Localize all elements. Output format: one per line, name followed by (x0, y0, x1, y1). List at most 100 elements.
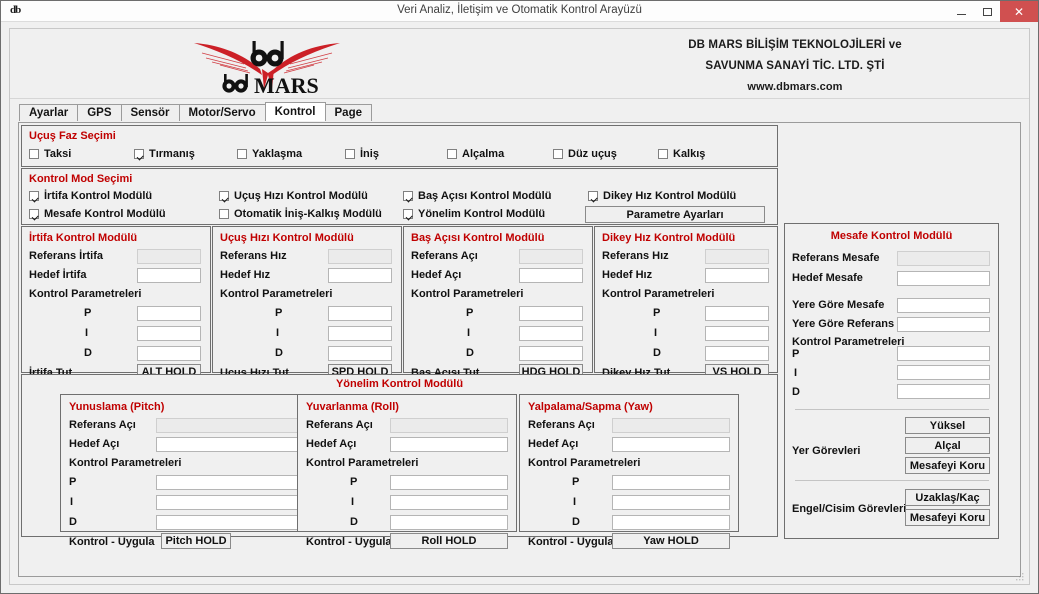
i-input[interactable] (612, 495, 730, 510)
p-input[interactable] (328, 306, 392, 321)
yere-gore-referans-input[interactable] (897, 317, 990, 332)
branding-header: MARS DB MARS BİLİŞİM TEKNOLOJİLERİ ve SA… (10, 29, 1029, 99)
uzaklas-kac-button[interactable]: Uzaklaş/Kaç (905, 489, 990, 506)
company-line-1: DB MARS BİLİŞİM TEKNOLOJİLERİ ve (688, 39, 902, 51)
hedef-input[interactable] (328, 268, 392, 283)
d-label: D (275, 347, 283, 359)
mesafe-title: Mesafe Kontrol Modülü (830, 230, 953, 242)
checkbox-inis[interactable]: İniş (345, 148, 379, 160)
divider (795, 409, 989, 410)
minimize-button[interactable] (948, 1, 974, 22)
p-input[interactable] (137, 306, 201, 321)
i-input[interactable] (328, 326, 392, 341)
yer-gorevleri-label: Yer Görevleri (792, 445, 861, 457)
resize-grip-icon[interactable] (1015, 572, 1025, 582)
parametre-ayarlari-button[interactable]: Parametre Ayarları (585, 206, 765, 223)
i-label: I (794, 367, 798, 379)
p-input[interactable] (519, 306, 583, 321)
checkbox-yonelim-modul[interactable]: Yönelim Kontrol Modülü (403, 208, 545, 220)
irtifa-module-panel: İrtifa Kontrol Modülü Referans İrtifa He… (21, 226, 211, 380)
checkbox-bas-acisi-modul[interactable]: Baş Açısı Kontrol Modülü (403, 190, 551, 202)
checkbox-label: Uçuş Hızı Kontrol Modülü (234, 190, 368, 202)
yere-gore-mesafe-input[interactable] (897, 298, 990, 313)
apply-label: Kontrol - Uygula (528, 536, 614, 548)
yere-gore-mesafe-label: Yere Göre Mesafe (792, 299, 885, 311)
p-label: P (69, 476, 77, 488)
svg-text:MARS: MARS (254, 73, 319, 97)
hedef-label: Hedef Açı (306, 438, 357, 450)
yuksel-button[interactable]: Yüksel (905, 417, 990, 434)
checkbox-irtifa-modul[interactable]: İrtifa Kontrol Modülü (29, 190, 152, 202)
i-input[interactable] (390, 495, 508, 510)
referans-label: Referans Açı (306, 419, 373, 431)
i-input[interactable] (705, 326, 769, 341)
d-input[interactable] (705, 346, 769, 361)
hedef-input[interactable] (612, 437, 730, 452)
tab-gps[interactable]: GPS (77, 104, 122, 121)
p-label: P (350, 476, 358, 488)
checkbox-mesafe-modul[interactable]: Mesafe Kontrol Modülü (29, 208, 166, 220)
pitch-panel: Yunuslama (Pitch) Referans Açı Hedef Açı… (60, 394, 310, 549)
close-button[interactable]: ✕ (1000, 1, 1038, 22)
checkbox-tirmanis[interactable]: Tırmanış (134, 148, 195, 160)
i-input[interactable] (156, 495, 301, 510)
engel-gorevleri-label: Engel/Cisim Görevleri (792, 503, 907, 515)
checkbox-otomatik-modul[interactable]: Otomatik İniş-Kalkış Modülü (219, 208, 382, 220)
hedef-input[interactable] (519, 268, 583, 283)
p-input[interactable] (705, 306, 769, 321)
d-input[interactable] (137, 346, 201, 361)
tab-motor-servo[interactable]: Motor/Servo (178, 104, 266, 121)
d-input[interactable] (328, 346, 392, 361)
p-label: P (572, 476, 580, 488)
tab-sensor[interactable]: Sensör (120, 104, 180, 121)
control-mode-panel: Kontrol Mod Seçimi İrtifa Kontrol Modülü… (21, 168, 778, 225)
hedef-label: Hedef Açı (69, 438, 120, 450)
checkbox-box (447, 149, 457, 159)
roll-hold-button[interactable]: Roll HOLD (390, 533, 508, 549)
hedef-input[interactable] (390, 437, 508, 452)
d-input[interactable] (390, 515, 508, 530)
i-input[interactable] (137, 326, 201, 341)
referans-label: Referans Açı (528, 419, 595, 431)
checkbox-box (29, 209, 39, 219)
p-label: P (466, 307, 474, 319)
params-label: Kontrol Parametreleri (306, 457, 419, 469)
checkbox-box (29, 191, 39, 201)
company-info: DB MARS BİLİŞİM TEKNOLOJİLERİ ve SAVUNMA… (570, 35, 1020, 98)
tab-ayarlar[interactable]: Ayarlar (19, 104, 79, 121)
checkbox-taksi[interactable]: Taksi (29, 148, 71, 160)
hedef-mesafe-input[interactable] (897, 271, 990, 286)
checkbox-yaklasma[interactable]: Yaklaşma (237, 148, 302, 160)
maximize-button[interactable] (974, 1, 1000, 22)
yonelim-title: Yönelim Kontrol Modülü (335, 378, 464, 390)
alcal-button[interactable]: Alçal (905, 437, 990, 454)
yaw-hold-button[interactable]: Yaw HOLD (612, 533, 730, 549)
hedef-input[interactable] (137, 268, 201, 283)
mesafeyi-koru-button[interactable]: Mesafeyi Koru (905, 457, 990, 474)
tab-page[interactable]: Page (324, 104, 372, 121)
i-label: I (85, 327, 89, 339)
tab-kontrol[interactable]: Kontrol (264, 102, 326, 121)
d-input[interactable] (897, 384, 990, 399)
checkbox-ucus-hizi-modul[interactable]: Uçuş Hızı Kontrol Modülü (219, 190, 368, 202)
p-input[interactable] (156, 475, 301, 490)
d-input[interactable] (612, 515, 730, 530)
checkbox-label: Kalkış (673, 148, 706, 160)
checkbox-kalkis[interactable]: Kalkış (658, 148, 705, 160)
p-input[interactable] (612, 475, 730, 490)
checkbox-duz-ucus[interactable]: Düz uçuş (553, 148, 617, 160)
pitch-hold-button[interactable]: Pitch HOLD (161, 533, 231, 549)
d-input[interactable] (156, 515, 301, 530)
mesafeyi-koru-engel-button[interactable]: Mesafeyi Koru (905, 509, 990, 526)
checkbox-dikey-hiz-modul[interactable]: Dikey Hız Kontrol Modülü (588, 190, 736, 202)
checkbox-label: İniş (360, 148, 379, 160)
p-input[interactable] (897, 346, 990, 361)
p-input[interactable] (390, 475, 508, 490)
i-input[interactable] (897, 365, 990, 380)
hedef-input[interactable] (156, 437, 301, 452)
i-label: I (573, 496, 577, 508)
checkbox-alcalma[interactable]: Alçalma (447, 148, 504, 160)
i-input[interactable] (519, 326, 583, 341)
d-input[interactable] (519, 346, 583, 361)
hedef-input[interactable] (705, 268, 769, 283)
